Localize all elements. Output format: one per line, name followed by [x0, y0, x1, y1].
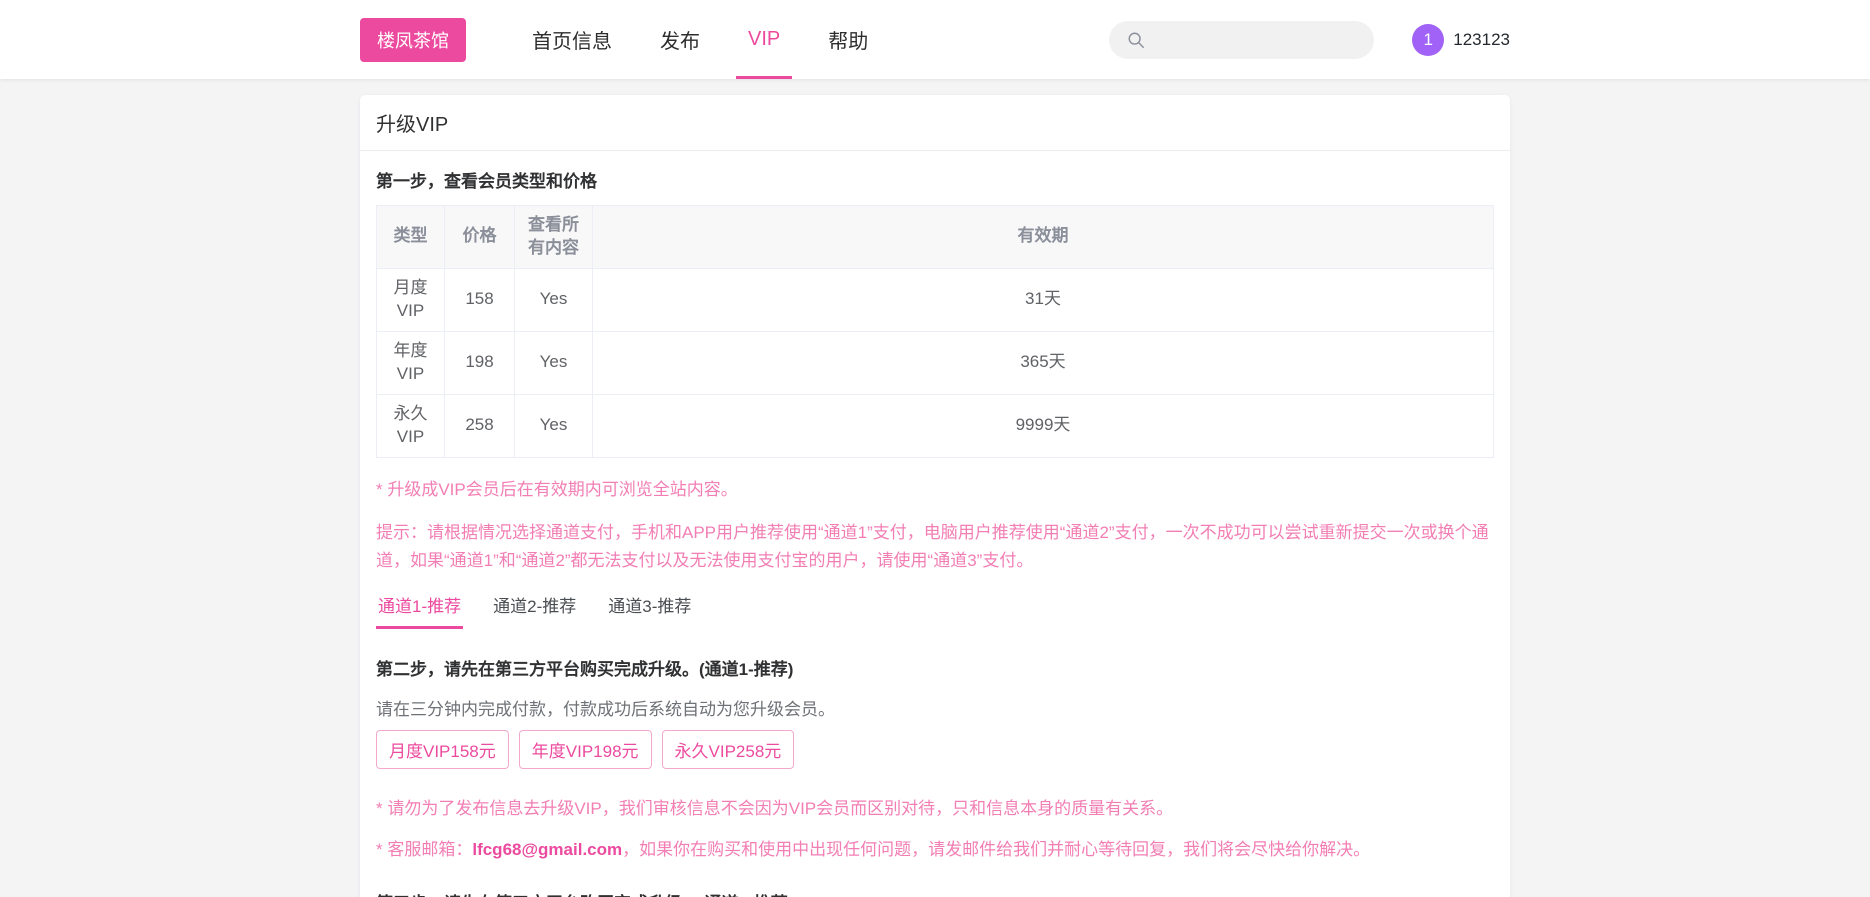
note-review: * 请勿为了发布信息去升级VIP，我们审核信息不会因为VIP会员而区别对待，只和… — [376, 798, 1174, 818]
user-menu[interactable]: 1 123123 — [1412, 23, 1510, 56]
table-cell: 198 — [444, 330, 515, 395]
site-header: 楼凤茶馆 首页信息 发布 VIP 帮助 1 123123 — [0, 0, 1870, 79]
nav-item-help[interactable]: 帮助 — [804, 0, 892, 79]
tab-channel-2[interactable]: 通道2-推荐 — [491, 592, 578, 629]
step1-heading: 第一步，查看会员类型和价格 — [376, 172, 597, 191]
table-cell: 365天 — [592, 330, 1494, 395]
note-support: * 客服邮箱：lfcg68@gmail.com，如果你在购买和使用中出现任何问题… — [376, 836, 1494, 863]
price-button-1[interactable]: 月度VIP158元 — [376, 729, 509, 769]
tab-channel-3[interactable]: 通道3-推荐 — [606, 592, 693, 629]
note-support-prefix: * 客服邮箱： — [376, 839, 473, 859]
table-row: 年度VIP 198 Yes 365天 — [376, 330, 1494, 395]
table-cell: Yes — [514, 393, 593, 458]
table-col-header: 有效期 — [592, 205, 1494, 269]
note-validity: * 升级成VIP会员后在有效期内可浏览全站内容。 — [376, 479, 738, 499]
channel-tabs: 通道1-推荐 通道2-推荐 通道3-推荐 — [376, 592, 1494, 629]
search-box[interactable] — [1109, 20, 1375, 59]
nav-item-vip[interactable]: VIP — [724, 0, 804, 79]
table-cell: 31天 — [592, 267, 1494, 332]
vip-price-table: 类型 价格 查看所有内容 有效期 月度VIP 158 Yes 31天 年度VIP 198 Yes 3… — [376, 205, 1494, 458]
page-main: 升级VIP 第一步，查看会员类型和价格 类型 价格 查看所有内容 有效期 月度VIP 1… — [360, 79, 1510, 897]
upgrade-card-title: 升级VIP — [360, 95, 1510, 151]
table-row: 月度VIP 158 Yes 31天 — [376, 267, 1494, 332]
table-cell: Yes — [514, 267, 593, 332]
avatar[interactable]: 1 — [1412, 23, 1445, 56]
site-logo[interactable]: 楼凤茶馆 — [360, 17, 466, 62]
note-support-suffix: ，如果你在购买和使用中出现任何问题，请发邮件给我们并耐心等待回复，我们将会尽快给… — [622, 839, 1371, 859]
step2-heading: 第二步，请先在第三方平台购买完成升级。(通道1-推荐) — [376, 659, 794, 679]
price-buttons: 月度VIP158元 年度VIP198元 永久VIP258元 — [376, 729, 1494, 769]
price-button-2[interactable]: 年度VIP198元 — [518, 729, 652, 769]
main-nav: 首页信息 发布 VIP 帮助 — [508, 0, 892, 79]
table-cell: Yes — [514, 330, 593, 395]
table-cell: 月度VIP — [376, 267, 445, 332]
step3-heading: 第三步，请先在第三方平台购买完成升级。(通道1-推荐) — [376, 889, 1494, 897]
table-col-header: 类型 — [376, 205, 445, 269]
step2-desc: 请在三分钟内完成付款，付款成功后系统自动为您升级会员。 — [376, 699, 835, 719]
table-row: 永久VIP 258 Yes 9999天 — [376, 393, 1494, 458]
table-cell: 158 — [444, 267, 515, 332]
table-cell: 9999天 — [592, 393, 1494, 458]
nav-item-publish[interactable]: 发布 — [636, 0, 724, 79]
nav-item-home[interactable]: 首页信息 — [508, 0, 636, 79]
price-button-3[interactable]: 永久VIP258元 — [661, 729, 795, 769]
table-col-header: 价格 — [444, 205, 515, 269]
username: 123123 — [1453, 29, 1510, 49]
table-cell: 永久VIP — [376, 393, 445, 458]
table-cell: 年度VIP — [376, 330, 445, 395]
support-email: lfcg68@gmail.com — [472, 839, 623, 859]
table-col-header: 查看所有内容 — [514, 205, 593, 269]
upgrade-vip-card: 升级VIP 第一步，查看会员类型和价格 类型 价格 查看所有内容 有效期 月度VIP 1… — [360, 95, 1510, 897]
tab-channel-1[interactable]: 通道1-推荐 — [376, 592, 464, 629]
search-input[interactable] — [1155, 30, 1363, 49]
search-icon — [1128, 32, 1145, 48]
payment-tip: 提示：请根据情况选择通道支付，手机和APP用户推荐使用“通道1”支付，电脑用户推… — [376, 522, 1489, 570]
table-cell: 258 — [444, 393, 515, 458]
table-header-row: 类型 价格 查看所有内容 有效期 — [376, 205, 1494, 269]
